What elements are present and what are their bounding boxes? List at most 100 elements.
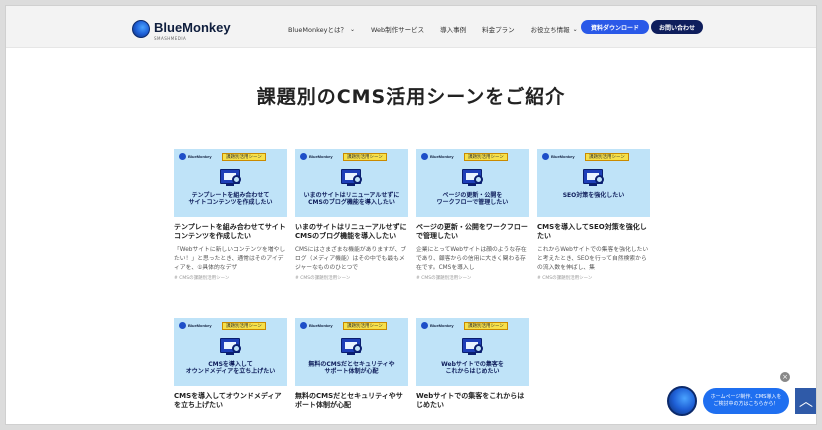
thumbnail-brand: BlueMonkey xyxy=(179,153,212,160)
nav-item-about[interactable]: BlueMonkeyとは？ ⌄ xyxy=(288,24,355,35)
monitor-stand-icon xyxy=(589,184,597,186)
browser-viewport: BlueMonkey SMASHMEDIA BlueMonkeyとは？ ⌄ We… xyxy=(5,5,817,425)
thumbnail-tag: 課題別活用シーン xyxy=(343,153,387,161)
monitor-stand-icon xyxy=(468,353,476,355)
thumbnail-brand-text: BlueMonkey xyxy=(430,323,454,328)
close-icon[interactable]: × xyxy=(780,372,790,382)
nav-item-label: お役立ち情報 xyxy=(530,26,570,34)
card-title[interactable]: Webサイトでの集客をこれからはじめたい xyxy=(416,392,529,410)
nav-item-resources[interactable]: お役立ち情報 ⌄ xyxy=(530,24,578,35)
card-category[interactable]: # CMSの課題別活用シーン xyxy=(174,275,287,281)
logo-subtext: SMASHMEDIA xyxy=(154,36,187,41)
nav-item-label: 料金プラン xyxy=(482,26,515,34)
card-title[interactable]: いまのサイトはリニューアルせずにCMSのブログ機能を導入したい xyxy=(295,223,408,241)
card-category[interactable]: # CMSの課題別活用シーン xyxy=(537,275,650,281)
chevron-down-icon: ⌄ xyxy=(349,25,355,33)
site-header: BlueMonkey SMASHMEDIA BlueMonkeyとは？ ⌄ We… xyxy=(6,6,816,48)
article-card[interactable]: BlueMonkey 課題別活用シーン Webサイトでの集客を これからはじめたい W… xyxy=(416,318,529,415)
monkey-logo-icon xyxy=(132,20,150,38)
monkey-logo-icon xyxy=(300,153,307,160)
monkey-logo-icon xyxy=(421,153,428,160)
card-thumbnail[interactable]: BlueMonkey 課題別活用シーン Webサイトでの集客を これからはじめたい xyxy=(416,318,529,386)
card-title[interactable]: テンプレートを組み合わせてサイトコンテンツを作成したい xyxy=(174,223,287,241)
thumbnail-tag: 課題別活用シーン xyxy=(222,153,266,161)
card-excerpt: CMSにはさまざまな機能がありますが、ブログ（メディア機能）はその中でも最もメジ… xyxy=(295,247,407,271)
thumbnail-caption: いまのサイトはリニューアルせずに CMSのブログ機能を導入したい xyxy=(303,192,400,206)
thumbnail-caption: 無料のCMSだとセキュリティや サポート体制が心配 xyxy=(308,361,395,375)
thumbnail-brand-text: BlueMonkey xyxy=(188,154,212,159)
thumbnail-brand-text: BlueMonkey xyxy=(309,323,333,328)
monkey-logo-icon xyxy=(421,322,428,329)
article-card[interactable]: BlueMonkey 課題別活用シーン CMSを導入して オウンドメディアを立ち上げ… xyxy=(174,318,287,415)
thumbnail-brand-text: BlueMonkey xyxy=(551,154,575,159)
monitor-stand-icon xyxy=(226,353,234,355)
monkey-logo-icon xyxy=(179,153,186,160)
monkey-logo-icon xyxy=(542,153,549,160)
card-thumbnail[interactable]: BlueMonkey 課題別活用シーンいまのサイトはリニューアルせずに CMSのブ… xyxy=(295,149,408,217)
thumbnail-brand: BlueMonkey xyxy=(300,153,333,160)
thumbnail-caption: Webサイトでの集客を これからはじめたい xyxy=(441,361,504,375)
card-thumbnail[interactable]: BlueMonkey 課題別活用シーン SEO対策を強化したい xyxy=(537,149,650,217)
magnifier-icon xyxy=(595,175,604,184)
magnifier-icon xyxy=(232,344,241,353)
global-nav: BlueMonkeyとは？ ⌄ Web制作サービス 導入事例 料金プラン お役立… xyxy=(288,24,594,35)
article-card[interactable]: BlueMonkey 課題別活用シーンいまのサイトはリニューアルせずに CMSのブ… xyxy=(295,149,408,281)
card-excerpt: 企業にとってWebサイトは顔のような存在であり、顧客からの信用に大きく関わる存在… xyxy=(416,247,527,271)
nav-item-case-studies[interactable]: 導入事例 xyxy=(440,24,466,34)
card-category[interactable]: # CMSの課題別活用シーン xyxy=(295,275,408,281)
card-excerpt: これからWebサイトでの集客を強化したいと考えたとき、SEOを行って自然検索から… xyxy=(537,247,649,271)
card-thumbnail[interactable]: BlueMonkey 課題別活用シーン ページの更新・公開を ワークフローで管理した… xyxy=(416,149,529,217)
nav-item-label: BlueMonkeyとは？ xyxy=(288,26,347,34)
thumbnail-tag: 課題別活用シーン xyxy=(222,322,266,330)
article-card[interactable]: BlueMonkey 課題別活用シーン ページの更新・公開を ワークフローで管理した… xyxy=(416,149,529,281)
chat-banner[interactable]: ホームページ制作、CMS導入をご検討中の方はこちらから！ xyxy=(703,388,789,414)
nav-item-label: 導入事例 xyxy=(440,26,467,34)
thumbnail-tag: 課題別活用シーン xyxy=(464,322,508,330)
thumbnail-brand-text: BlueMonkey xyxy=(430,154,454,159)
chat-avatar-icon[interactable] xyxy=(667,386,697,416)
monitor-stand-icon xyxy=(468,184,476,186)
contact-button[interactable]: お問い合わせ xyxy=(651,20,703,34)
magnifier-icon xyxy=(353,175,362,184)
thumbnail-brand: BlueMonkey xyxy=(179,322,212,329)
thumbnail-caption: テンプレートを組み合わせて サイトコンテンツを作成したい xyxy=(188,192,273,206)
article-card[interactable]: BlueMonkey 課題別活用シーンテンプレートを組み合わせて サイトコンテンツ… xyxy=(174,149,287,281)
article-card[interactable]: BlueMonkey 課題別活用シーン SEO対策を強化したい CMSを導入してSEO… xyxy=(537,149,650,281)
logo-text-block: BlueMonkey SMASHMEDIA xyxy=(154,17,231,41)
logo-text: BlueMonkey xyxy=(154,20,231,35)
thumbnail-brand: BlueMonkey xyxy=(421,153,454,160)
monkey-logo-icon xyxy=(300,322,307,329)
monitor-stand-icon xyxy=(226,184,234,186)
card-thumbnail[interactable]: BlueMonkey 課題別活用シーン無料のCMSだとセキュリティや サポート体制… xyxy=(295,318,408,386)
page-title: 課題別のCMS活用シーンをご紹介 xyxy=(256,86,566,108)
card-title[interactable]: CMSを導入してオウンドメディアを立ち上げたい xyxy=(174,392,287,410)
download-button[interactable]: 資料ダウンロード xyxy=(581,20,649,34)
card-thumbnail[interactable]: BlueMonkey 課題別活用シーン CMSを導入して オウンドメディアを立ち上げ… xyxy=(174,318,287,386)
site-logo[interactable]: BlueMonkey SMASHMEDIA xyxy=(132,17,231,41)
card-thumbnail[interactable]: BlueMonkey 課題別活用シーンテンプレートを組み合わせて サイトコンテンツ… xyxy=(174,149,287,217)
thumbnail-caption: CMSを導入して オウンドメディアを立ち上げたい xyxy=(185,361,276,375)
article-card[interactable]: BlueMonkey 課題別活用シーン無料のCMSだとセキュリティや サポート体制… xyxy=(295,318,408,415)
monitor-stand-icon xyxy=(347,353,355,355)
scroll-to-top-button[interactable]: ︿ xyxy=(795,388,816,414)
thumbnail-tag: 課題別活用シーン xyxy=(343,322,387,330)
card-title[interactable]: 無料のCMSだとセキュリティやサポート体制が心配 xyxy=(295,392,408,410)
nav-item-pricing[interactable]: 料金プラン xyxy=(482,24,515,34)
thumbnail-caption: SEO対策を強化したい xyxy=(562,192,625,199)
card-excerpt: 「Webサイトに新しいコンテンツを増やしたい！」と思ったとき、通常はそのアイディ… xyxy=(174,247,286,271)
thumbnail-caption: ページの更新・公開を ワークフローで管理したい xyxy=(436,192,509,206)
thumbnail-brand: BlueMonkey xyxy=(542,153,575,160)
magnifier-icon xyxy=(474,344,483,353)
monkey-logo-icon xyxy=(179,322,186,329)
thumbnail-brand: BlueMonkey xyxy=(300,322,333,329)
card-category[interactable]: # CMSの課題別活用シーン xyxy=(416,275,529,281)
card-title[interactable]: CMSを導入してSEO対策を強化したい xyxy=(537,223,650,241)
magnifier-icon xyxy=(474,175,483,184)
thumbnail-tag: 課題別活用シーン xyxy=(585,153,629,161)
card-title[interactable]: ページの更新・公開をワークフローで管理したい xyxy=(416,223,529,241)
thumbnail-brand-text: BlueMonkey xyxy=(309,154,333,159)
chevron-down-icon: ⌄ xyxy=(572,25,578,33)
nav-item-web-service[interactable]: Web制作サービス xyxy=(371,24,424,34)
nav-item-label: Web制作サービス xyxy=(371,26,425,34)
thumbnail-brand: BlueMonkey xyxy=(421,322,454,329)
